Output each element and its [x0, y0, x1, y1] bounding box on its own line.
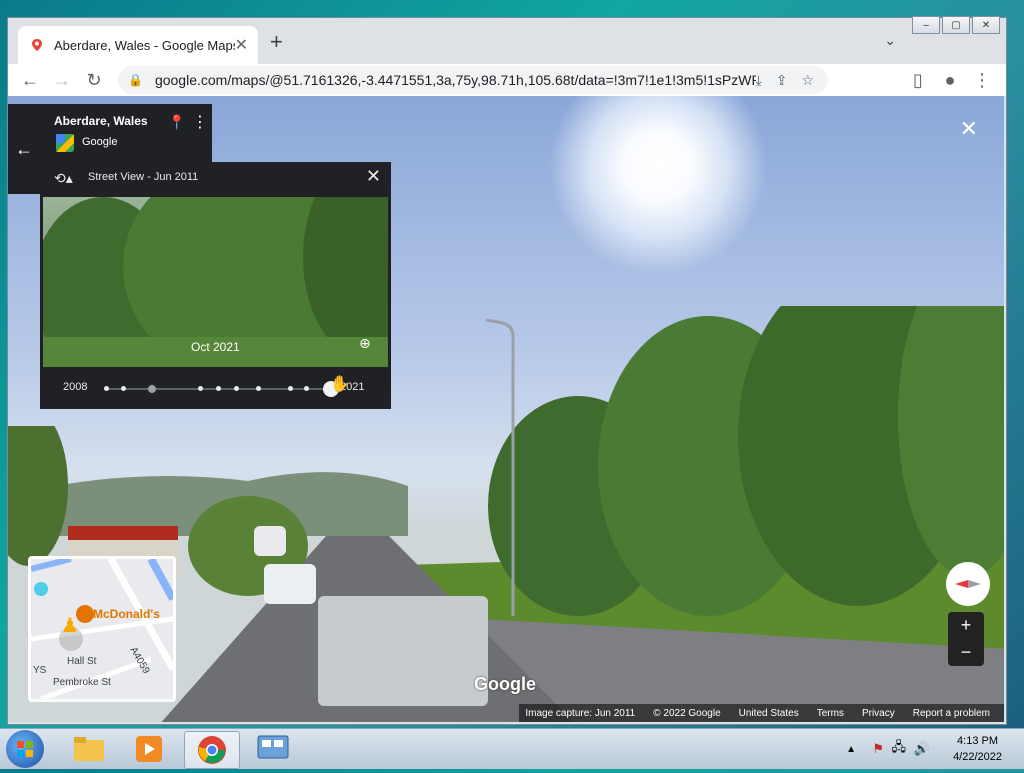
timeline-point[interactable]	[104, 386, 109, 391]
timeline-point[interactable]	[148, 385, 156, 393]
place-title: Aberdare, Wales	[54, 114, 148, 128]
chrome-menu-icon[interactable]: ⋮	[970, 68, 994, 92]
start-button[interactable]	[6, 730, 44, 768]
sun-glare	[548, 96, 768, 276]
close-street-view-icon[interactable]: ✕	[960, 116, 978, 142]
file-explorer-icon[interactable]	[62, 731, 116, 767]
control-panel-icon[interactable]	[246, 731, 300, 767]
tab-search-icon[interactable]: ⌄	[884, 32, 896, 49]
privacy-link[interactable]: Privacy	[862, 708, 895, 719]
place-source: Google	[82, 136, 118, 148]
copyright: © 2022 Google	[653, 707, 721, 719]
minimap-street-label: Hall St	[67, 656, 97, 667]
back-arrow-icon[interactable]: ←	[18, 68, 42, 92]
tab-title: Aberdare, Wales - Google Maps	[54, 37, 235, 53]
windows-logo-icon	[17, 741, 33, 757]
window-app-icon	[257, 735, 289, 759]
tab-google-maps[interactable]: Aberdare, Wales - Google Maps ✕	[18, 26, 258, 64]
close-time-travel-icon[interactable]: ✕	[366, 166, 381, 187]
tab-close-icon[interactable]: ✕	[235, 35, 248, 55]
browser-window: Aberdare, Wales - Google Maps ✕ + ⌄ – ▢ …	[8, 16, 1006, 724]
lock-icon[interactable]: 🔒	[128, 73, 143, 87]
maximize-button[interactable]: ▢	[942, 16, 970, 34]
minimap-street-label: Pembroke St	[53, 677, 111, 688]
url-text[interactable]: google.com/maps/@51.7161326,-3.4471551,3…	[155, 72, 756, 88]
google-watermark: Google	[474, 674, 536, 694]
timeline-point[interactable]	[121, 386, 126, 391]
minimap-poi-label[interactable]: McDonald's	[93, 607, 160, 621]
clock[interactable]: 4:13 PM 4/22/2022	[953, 733, 1002, 765]
address-bar[interactable]: 🔒 google.com/maps/@51.7161326,-3.4471551…	[118, 66, 828, 94]
reload-icon[interactable]: ↻	[82, 68, 106, 92]
pegman-icon[interactable]: ♟	[61, 613, 79, 638]
compass-icon[interactable]	[946, 562, 990, 606]
time-travel-header: ⟲▴ Street View - Jun 2011 ✕	[40, 162, 391, 192]
timeline-point[interactable]	[288, 386, 293, 391]
install-icon[interactable]: ⤓	[756, 72, 762, 89]
terms-link[interactable]: Terms	[817, 708, 844, 719]
forward-arrow-icon[interactable]: →	[50, 68, 74, 92]
profile-avatar-icon[interactable]: ●	[938, 68, 962, 92]
timeline-point[interactable]	[304, 386, 309, 391]
timeline-point[interactable]	[198, 386, 203, 391]
clock-time: 4:13 PM	[957, 735, 999, 747]
lamp-post	[485, 318, 515, 616]
bookmark-star-icon[interactable]: ☆	[801, 72, 814, 89]
time-travel-panel: ⟲▴ Street View - Jun 2011 ✕ Oct 2021 ⊕ 2…	[40, 162, 391, 409]
report-problem-link[interactable]: Report a problem	[913, 708, 990, 719]
location-pin-icon[interactable]: 📍	[168, 114, 185, 131]
country-link[interactable]: United States	[739, 708, 799, 719]
van	[254, 526, 286, 556]
volume-icon[interactable]: 🔊	[914, 741, 930, 757]
street-view-panorama[interactable]: ← Aberdare, Wales Google 📍 ⋮ ⟲▴ Street V…	[8, 96, 1004, 722]
exit-street-view-arrow-icon[interactable]: ←	[8, 104, 40, 194]
google-maps-favicon-icon	[32, 39, 42, 51]
tab-strip: Aberdare, Wales - Google Maps ✕ + ⌄ – ▢ …	[8, 16, 1006, 64]
timeline-slider[interactable]: 2008 2021 ✋	[40, 369, 391, 409]
zoom-control: + −	[948, 612, 984, 666]
new-tab-button[interactable]: +	[270, 31, 283, 53]
zoom-out-button[interactable]: −	[961, 642, 972, 663]
timeline-point[interactable]	[234, 386, 239, 391]
play-icon	[136, 736, 162, 762]
google-maps-logo-icon	[56, 134, 74, 152]
more-options-icon[interactable]: ⋮	[192, 112, 208, 132]
time-travel-thumbnail[interactable]: Oct 2021 ⊕	[43, 197, 388, 367]
hand-cursor-icon: ✋	[330, 376, 350, 393]
minimap-edge-label: YS	[33, 665, 47, 676]
trees	[488, 306, 1004, 616]
image-capture-date: Image capture: Jun 2011	[525, 707, 636, 719]
taskbar: ▲ ⚑ 🖧 🔊 4:13 PM 4/22/2022	[0, 728, 1024, 769]
compass-needle-icon	[955, 580, 981, 588]
timeline-start-year: 2008	[63, 381, 88, 393]
timeline-point[interactable]	[256, 386, 261, 391]
media-player-icon[interactable]	[122, 731, 176, 767]
map-footer: Image capture: Jun 2011 © 2022 Google Un…	[519, 704, 1004, 722]
history-clock-icon[interactable]: ⟲▴	[54, 170, 73, 187]
side-panel-icon[interactable]: ▯	[906, 68, 930, 92]
chrome-taskbar-button[interactable]	[184, 731, 240, 769]
browser-toolbar: ← → ↻ 🔒 google.com/maps/@51.7161326,-3.4…	[8, 64, 1006, 96]
minimap[interactable]: ♟ McDonald's Hall St Pembroke St A4059 Y…	[28, 556, 176, 702]
place-card: Aberdare, Wales Google 📍 ⋮	[40, 104, 212, 162]
minimize-button[interactable]: –	[912, 16, 940, 34]
timeline-track[interactable]	[104, 385, 324, 393]
network-icon[interactable]: 🖧	[892, 738, 907, 760]
show-hidden-icons-icon[interactable]: ▲	[846, 744, 856, 755]
time-travel-title: Street View - Jun 2011	[88, 171, 199, 183]
share-icon[interactable]: ⇪	[776, 72, 788, 89]
chrome-icon	[198, 736, 226, 764]
close-window-button[interactable]: ✕	[972, 16, 1000, 34]
timeline-point[interactable]	[216, 386, 221, 391]
zoom-in-icon[interactable]: ⊕	[359, 335, 371, 352]
zoom-in-button[interactable]: +	[961, 615, 972, 636]
folder-icon	[74, 737, 104, 761]
clock-date: 4/22/2022	[953, 751, 1002, 763]
car-white	[264, 564, 316, 604]
window-controls: – ▢ ✕	[912, 16, 1000, 34]
thumbnail-date: Oct 2021	[191, 340, 240, 354]
car-silver	[318, 596, 488, 706]
action-center-flag-icon[interactable]: ⚑	[872, 741, 884, 757]
